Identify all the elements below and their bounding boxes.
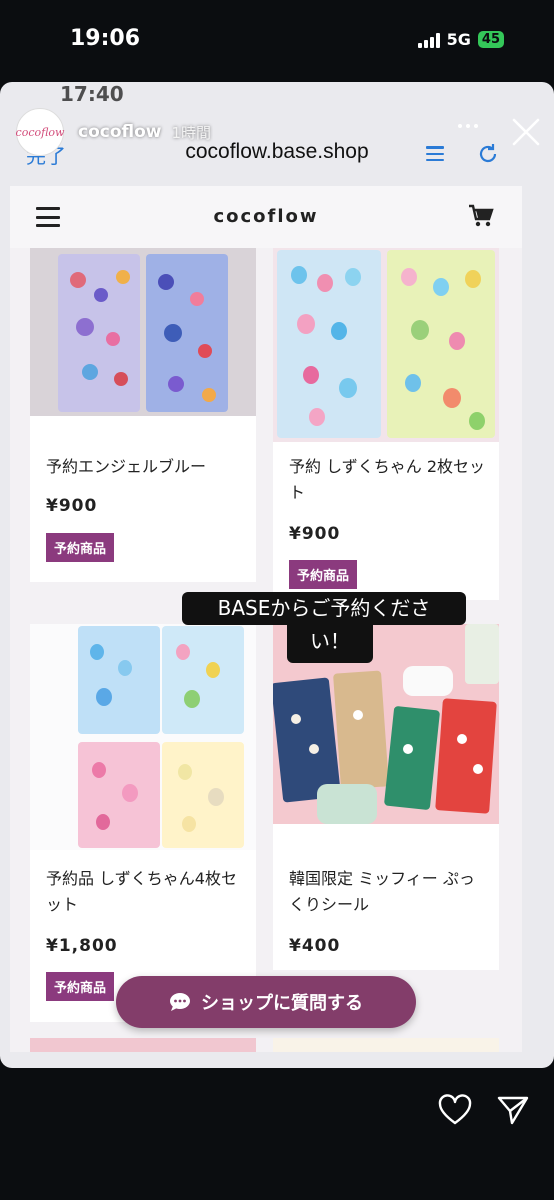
- battery-badge: 45: [477, 31, 504, 48]
- list-icon: [426, 146, 444, 161]
- inner-status-time: 17:40: [60, 82, 124, 106]
- product-card[interactable]: 韓国限定 ミッフィー ぷっくりシール ¥400: [273, 624, 499, 970]
- ask-shop-button[interactable]: ショップに質問する: [116, 976, 416, 1028]
- ask-shop-label: ショップに質問する: [201, 993, 363, 1014]
- story-caption: BASEからご予約くださ: [182, 592, 466, 625]
- posted-time: 1時間: [171, 123, 212, 142]
- product-card[interactable]: 予約品 しずくちゃん4枚セット ¥1,800 予約商品: [30, 624, 256, 1022]
- product-image[interactable]: [30, 248, 256, 416]
- product-card[interactable]: [273, 1038, 499, 1052]
- product-name[interactable]: 韓国限定 ミッフィー ぷっくりシール: [289, 866, 489, 918]
- product-price: ¥1,800: [46, 936, 118, 956]
- product-price: ¥900: [46, 496, 98, 516]
- story-header: cocoflow cocoflow 1時間: [16, 108, 211, 156]
- heart-icon[interactable]: [438, 1094, 472, 1126]
- status-indicators: 5G 45: [417, 30, 504, 49]
- cart-icon[interactable]: [468, 204, 494, 228]
- more-icon[interactable]: [458, 124, 478, 128]
- network-label: 5G: [446, 30, 471, 49]
- story-card[interactable]: 17:40 完了 cocoflow.base.shop cocoflow coc…: [0, 82, 554, 1068]
- reload-icon: [479, 144, 497, 163]
- site-brand[interactable]: cocoflow: [10, 206, 522, 227]
- product-price: ¥900: [289, 524, 341, 544]
- signal-icon: [417, 32, 440, 48]
- product-name[interactable]: 予約 しずくちゃん 2枚セット: [289, 454, 489, 506]
- username[interactable]: cocoflow: [78, 122, 162, 142]
- close-icon[interactable]: [510, 116, 542, 148]
- product-image[interactable]: [273, 248, 499, 442]
- avatar[interactable]: cocoflow: [16, 108, 64, 156]
- product-image[interactable]: [30, 624, 256, 850]
- product-card[interactable]: 予約 しずくちゃん 2枚セット ¥900 予約商品: [273, 248, 499, 600]
- product-card[interactable]: 予約エンジェルブルー ¥900 予約商品: [30, 248, 256, 582]
- story-caption-line2: い！: [287, 625, 373, 663]
- preorder-badge: 予約商品: [289, 560, 358, 589]
- status-time: 19:06: [70, 26, 141, 51]
- preorder-badge: 予約商品: [46, 533, 115, 562]
- product-price: ¥400: [289, 936, 341, 956]
- product-name[interactable]: 予約エンジェルブルー: [46, 454, 246, 480]
- preorder-badge: 予約商品: [46, 972, 115, 1001]
- product-name[interactable]: 予約品 しずくちゃん4枚セット: [46, 866, 246, 918]
- site-header: cocoflow: [10, 186, 522, 248]
- send-icon[interactable]: [496, 1094, 530, 1126]
- chat-icon: [170, 993, 190, 1011]
- product-card[interactable]: [30, 1038, 256, 1052]
